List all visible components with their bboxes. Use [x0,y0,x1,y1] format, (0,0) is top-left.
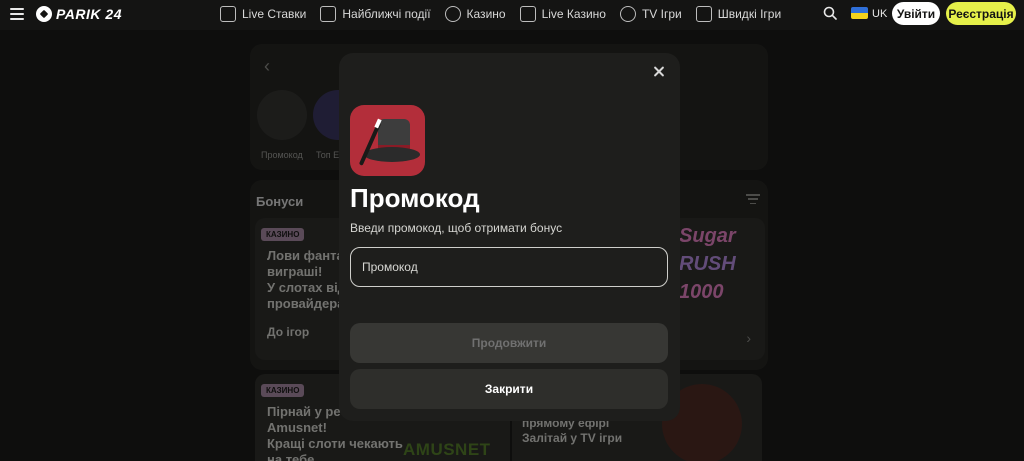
register-button[interactable]: Реєстрація [946,2,1016,25]
soccer-ball-icon [36,6,52,22]
nav-label: TV Ігри [641,7,682,21]
modal-subtitle: Введи промокод, щоб отримати бонус [350,221,563,235]
search-icon[interactable] [823,6,837,20]
nav-item-fast-games[interactable]: Швидкі Ігри [695,6,782,22]
tv-games-icon [619,6,636,22]
main-nav: Live Ставки Найближчі події Казино Live … [220,0,781,28]
ukraine-flag-icon[interactable] [851,7,868,19]
magic-hat-icon [350,105,425,176]
modal-title: Промокод [350,183,480,213]
nav-label: Казино [466,7,506,21]
continue-button[interactable]: Продовжити [350,323,668,363]
live-bets-icon [220,6,236,22]
login-button[interactable]: Увійти [892,2,940,25]
nav-item-live-bets[interactable]: Live Ставки [220,6,306,22]
casino-chip-icon [444,6,461,22]
nav-label: Live Казино [541,7,606,21]
nav-item-tv-games[interactable]: TV Ігри [619,6,682,22]
top-navigation-bar: PARIK 24 Live Ставки Найближчі події Каз… [0,0,1024,30]
promocode-input[interactable] [350,247,668,287]
nav-item-live-casino[interactable]: Live Казино [519,6,606,22]
language-selector[interactable]: UK [872,8,887,20]
close-icon[interactable] [651,64,667,80]
logo-text: PARIK 24 [56,6,122,22]
close-button[interactable]: Закрити [350,369,668,409]
nav-item-upcoming-events[interactable]: Найближчі події [320,6,431,22]
site-logo[interactable]: PARIK 24 [36,6,122,22]
nav-label: Live Ставки [242,7,307,21]
nav-item-casino[interactable]: Казино [444,6,506,22]
calendar-icon [320,6,337,22]
nav-label: Швидкі Ігри [717,7,782,21]
rocket-icon [695,6,712,22]
promocode-modal: Промокод Введи промокод, щоб отримати бо… [339,53,680,421]
cards-icon [519,6,536,22]
menu-icon[interactable] [10,8,24,20]
nav-label: Найближчі події [342,7,431,21]
